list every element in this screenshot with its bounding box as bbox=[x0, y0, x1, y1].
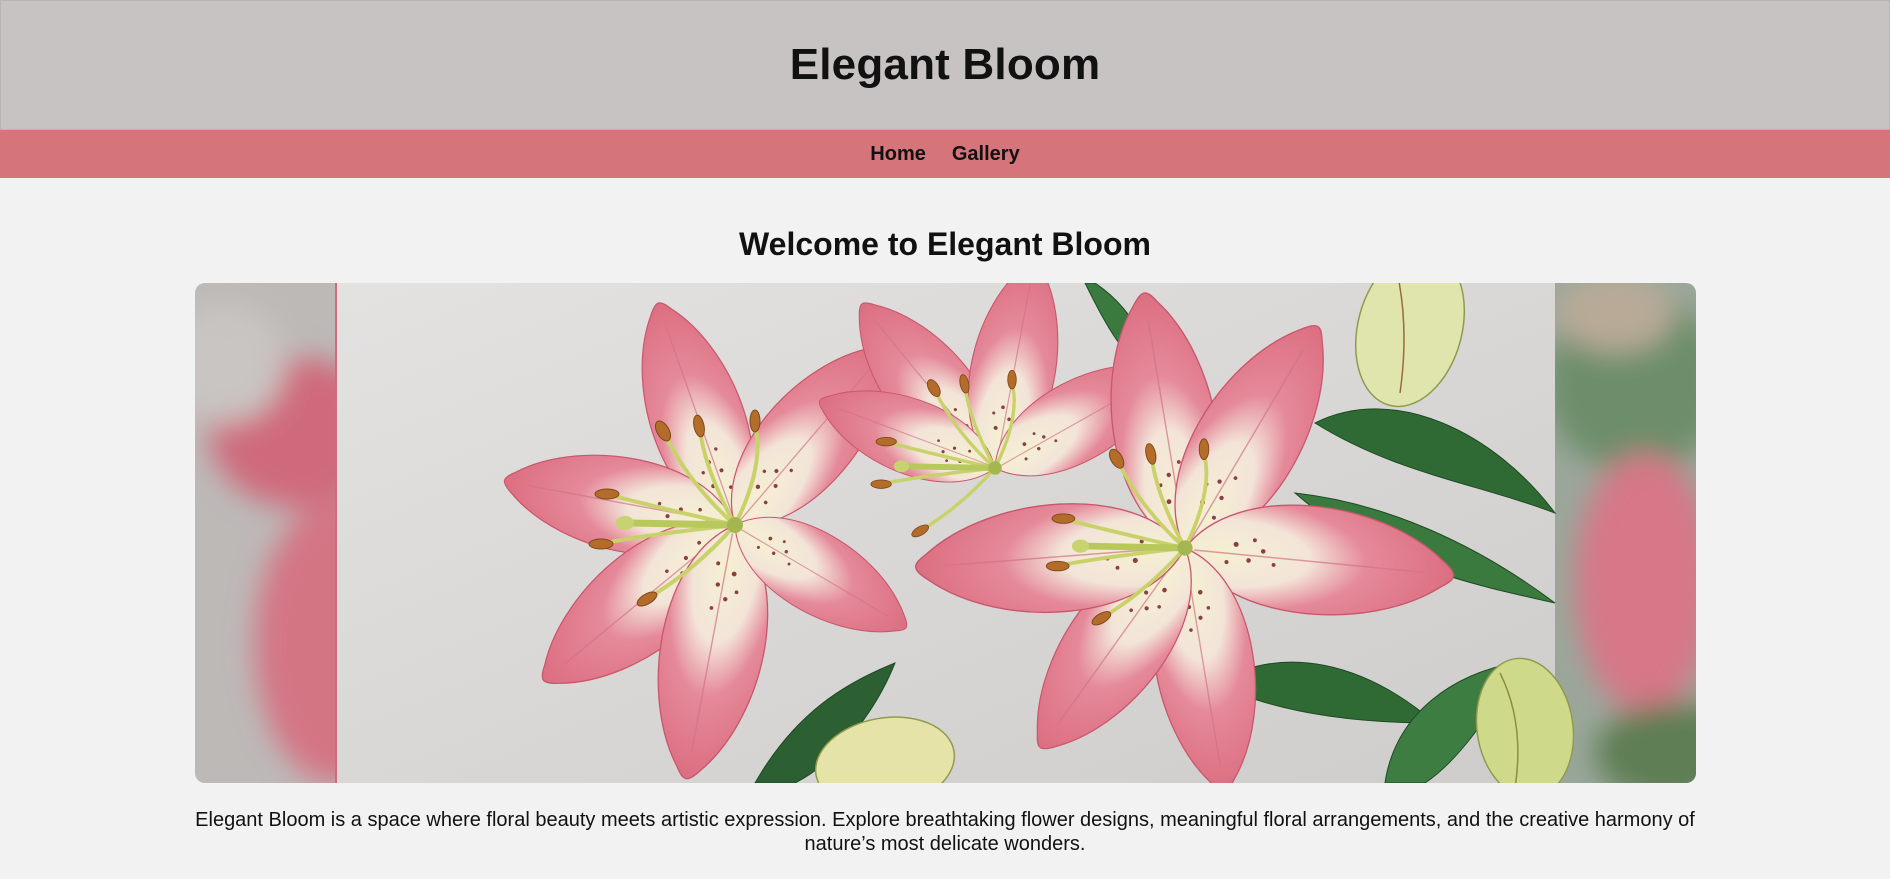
lily-illustration bbox=[194, 283, 1696, 783]
hero-image bbox=[194, 283, 1696, 783]
nav-gallery-link[interactable]: Gallery bbox=[952, 143, 1020, 166]
main-nav: Home Gallery bbox=[0, 130, 1890, 178]
site-title: Elegant Bloom bbox=[789, 40, 1101, 89]
main-content: Welcome to Elegant Bloom Elegant Bloom i… bbox=[0, 228, 1890, 856]
site-header: Elegant Bloom bbox=[0, 0, 1890, 130]
nav-home-link[interactable]: Home bbox=[870, 143, 926, 166]
welcome-heading: Welcome to Elegant Bloom bbox=[739, 226, 1151, 262]
intro-paragraph: Elegant Bloom is a space where floral be… bbox=[195, 809, 1695, 855]
